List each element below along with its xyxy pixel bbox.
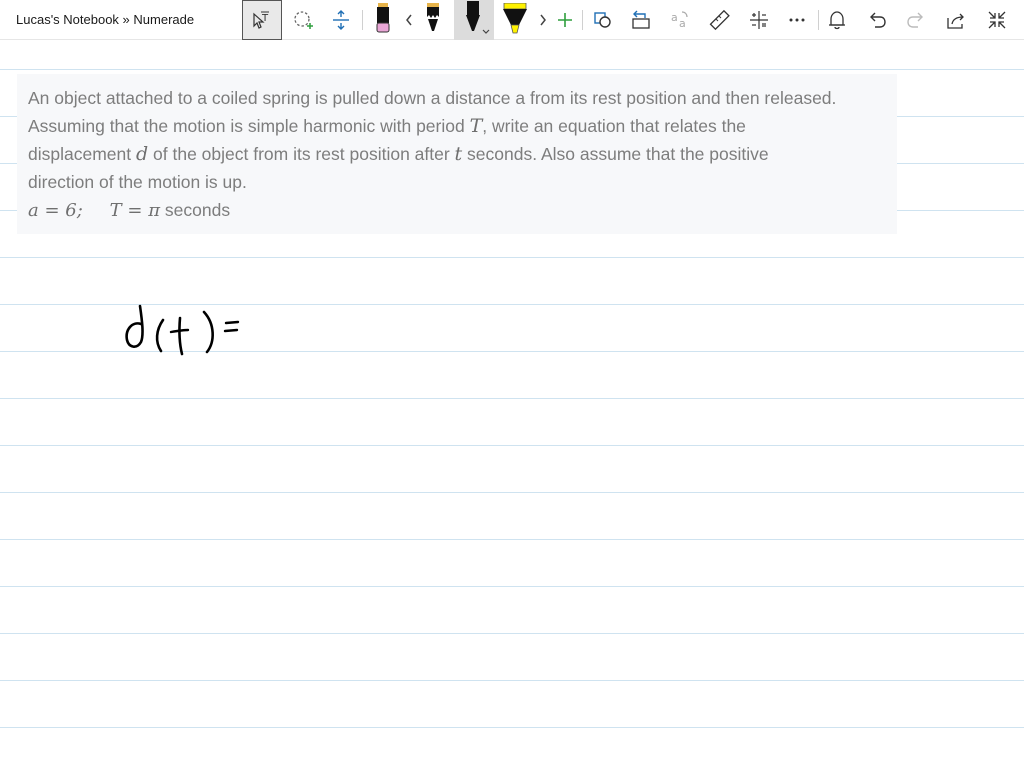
variable-T: T — [469, 115, 483, 137]
replace-icon — [630, 9, 652, 31]
shapes-icon — [592, 9, 614, 31]
ink-to-shape-button[interactable] — [584, 0, 622, 40]
toolbar-separator — [362, 10, 363, 30]
select-tool-button[interactable]: T — [242, 0, 282, 40]
handwritten-ink[interactable] — [120, 298, 250, 360]
problem-text: , write an equation that relates the — [482, 116, 746, 136]
problem-line: displacement d of the object from its re… — [28, 140, 887, 168]
share-icon — [945, 9, 967, 31]
math-button[interactable] — [740, 0, 778, 40]
add-pen-button[interactable] — [552, 0, 578, 40]
problem-statement: An object attached to a coiled spring is… — [17, 74, 897, 234]
ink-to-math-button[interactable]: a a — [661, 0, 699, 40]
notifications-button[interactable] — [818, 0, 856, 40]
problem-text: seconds. Also assume that the positive — [462, 144, 769, 164]
ruler-button[interactable] — [700, 0, 738, 40]
pen-black-active-button[interactable] — [454, 0, 494, 40]
collapse-icon — [986, 9, 1008, 31]
problem-text: An object attached to a coiled spring is… — [28, 88, 837, 108]
chevron-right-icon — [538, 13, 548, 27]
plus-icon — [557, 12, 573, 28]
math-icon: a a — [669, 9, 691, 31]
svg-text:a: a — [679, 17, 686, 30]
bell-icon — [826, 9, 848, 31]
window-title: Lucas's Notebook » Numerade — [16, 12, 195, 27]
problem-text: Assuming that the motion is simple harmo… — [28, 116, 470, 136]
parameter-T: T = π — [109, 200, 161, 221]
lasso-icon — [292, 9, 314, 31]
problem-line: An object attached to a coiled spring is… — [28, 84, 887, 112]
svg-text:T: T — [261, 13, 269, 24]
ruler-icon — [708, 9, 730, 31]
parameter-unit: seconds — [164, 200, 231, 220]
highlighter-icon — [500, 3, 530, 37]
highlighter-yellow-button[interactable] — [496, 0, 534, 40]
pen-icon — [457, 1, 491, 39]
pen-black-fineliner-button[interactable] — [414, 0, 452, 40]
pen-icon — [372, 3, 394, 37]
lasso-select-button[interactable] — [284, 0, 322, 40]
undo-button[interactable] — [858, 0, 896, 40]
toolbar: Lucas's Notebook » Numerade T a a — [0, 0, 1024, 40]
insert-space-button[interactable] — [322, 0, 360, 40]
share-button[interactable] — [937, 0, 975, 40]
problem-text: direction of the motion is up. — [28, 172, 247, 192]
problem-text: displacement — [28, 144, 136, 164]
more-button[interactable] — [778, 0, 816, 40]
select-cursor-icon: T — [251, 9, 273, 31]
problem-text: of the object from its rest position aft… — [148, 144, 455, 164]
redo-button[interactable] — [897, 0, 935, 40]
pen-icon — [422, 3, 444, 37]
lasso-replace-button[interactable] — [622, 0, 660, 40]
svg-text:a: a — [671, 11, 678, 24]
chevron-left-icon — [404, 13, 414, 27]
problem-line: direction of the motion is up. — [28, 168, 887, 196]
exit-full-screen-button[interactable] — [978, 0, 1016, 40]
redo-icon — [905, 9, 927, 31]
more-icon — [786, 9, 808, 31]
math-grid-icon — [748, 9, 770, 31]
problem-parameters: a = 6; T = π seconds — [28, 196, 887, 225]
parameter-a: a = 6; — [28, 200, 83, 221]
variable-d: d — [135, 143, 149, 165]
problem-line: Assuming that the motion is simple harmo… — [28, 112, 887, 140]
insert-space-icon — [330, 9, 352, 31]
undo-icon — [866, 9, 888, 31]
toolbar-separator — [582, 10, 583, 30]
